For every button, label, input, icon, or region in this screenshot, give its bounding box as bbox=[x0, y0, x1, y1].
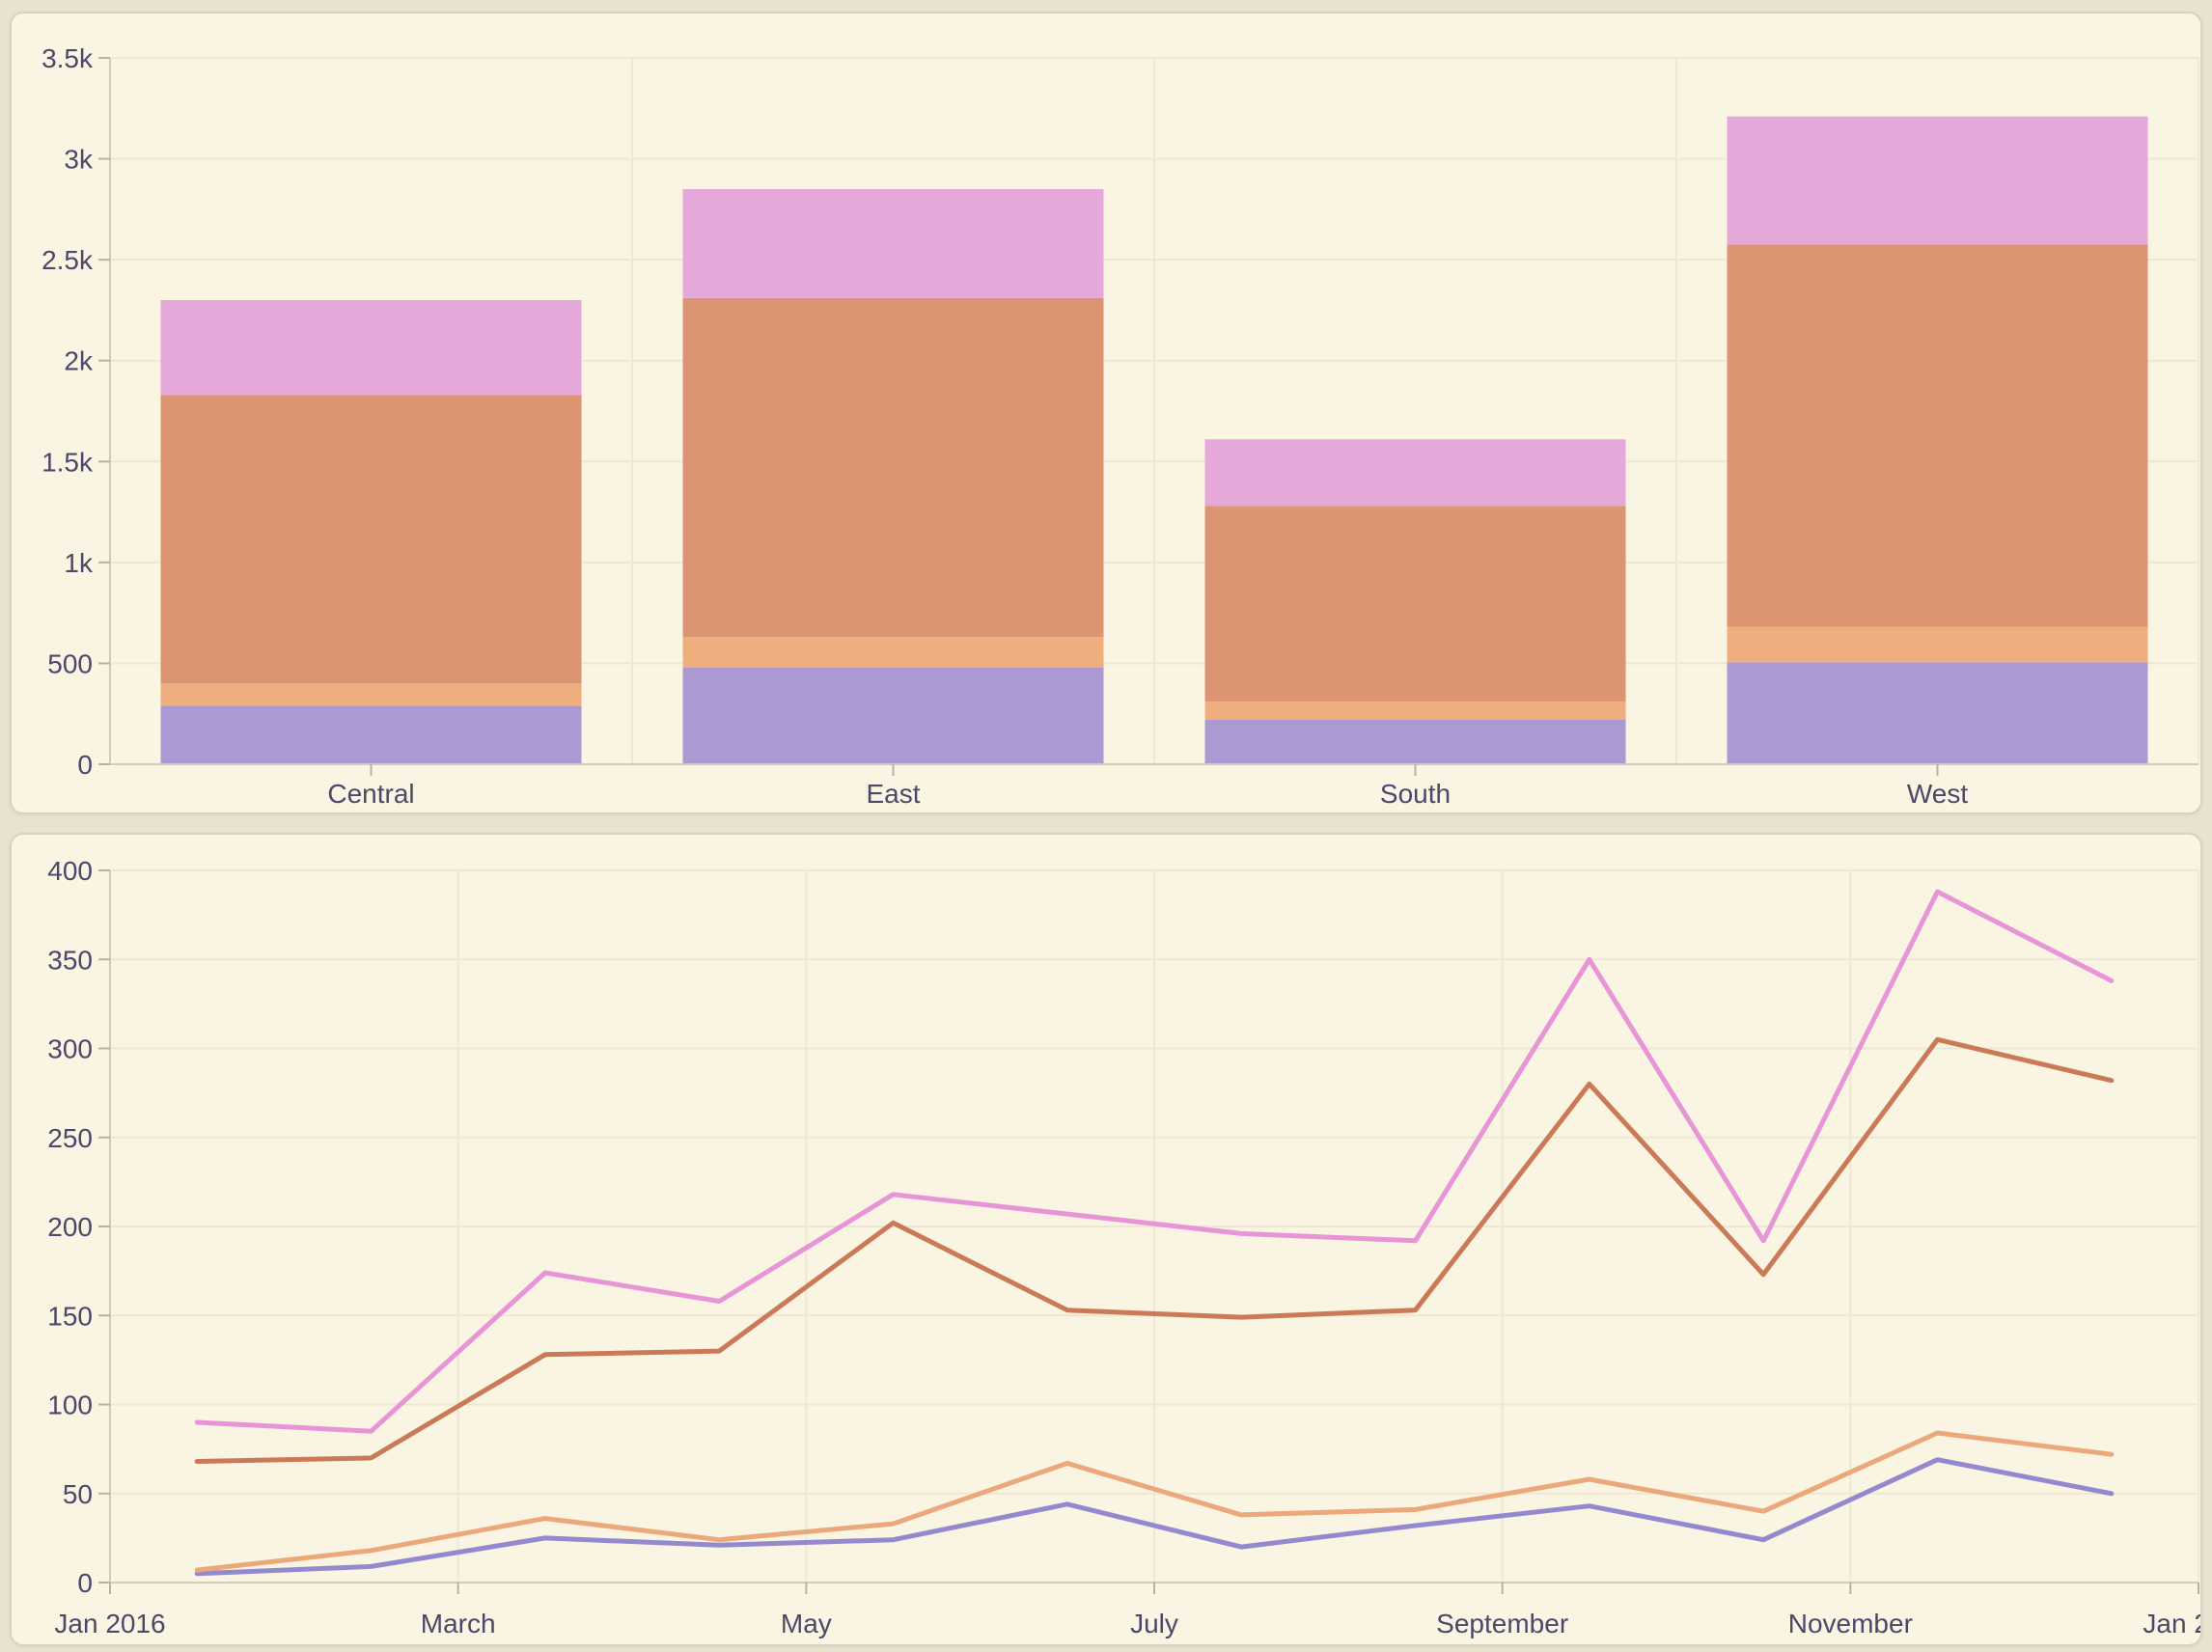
x-axis-label: September bbox=[1436, 1609, 1568, 1638]
bar-segment-segment-purple-central[interactable] bbox=[161, 705, 582, 764]
bar-segment-segment-orange-south[interactable] bbox=[1205, 702, 1626, 720]
line-chart-svg[interactable]: 0 50 100 150 200 250 300 350 400 Jan 2016 March May… bbox=[12, 835, 2200, 1644]
bar-segment-segment-purple-east[interactable] bbox=[683, 668, 1104, 764]
y-axis-label: 300 bbox=[47, 1034, 93, 1064]
y-axis-label: 500 bbox=[47, 648, 93, 678]
y-axis-label: 0 bbox=[77, 1568, 93, 1598]
top-chart-panel: 0 500 1k 1.5k 2k 2.5k 3k 3.5k Central East South We… bbox=[10, 12, 2202, 814]
bar-segment-segment-pink-east[interactable] bbox=[683, 189, 1104, 298]
y-axis-label: 200 bbox=[47, 1212, 93, 1242]
category-label: West bbox=[1907, 779, 1968, 809]
y-axis-label: 350 bbox=[47, 945, 93, 975]
x-axis-label: Jan 2017 bbox=[2143, 1609, 2200, 1638]
bar-segment-segment-purple-west[interactable] bbox=[1728, 662, 2148, 764]
y-axis-label: 1.5k bbox=[41, 447, 94, 477]
y-axis-label: 0 bbox=[77, 750, 93, 780]
bar-segment-segment-salmon-east[interactable] bbox=[683, 298, 1104, 637]
y-axis-label: 3k bbox=[64, 145, 94, 175]
y-axis-label: 150 bbox=[47, 1301, 93, 1331]
x-axis-label: Jan 2016 bbox=[54, 1609, 165, 1638]
bottom-chart-panel: 0 50 100 150 200 250 300 350 400 Jan 2016 March May… bbox=[10, 833, 2202, 1646]
x-axis-label: May bbox=[781, 1609, 832, 1638]
bar-segment-segment-pink-central[interactable] bbox=[161, 300, 582, 395]
x-axis-label: March bbox=[421, 1609, 496, 1638]
category-label: East bbox=[866, 779, 920, 809]
bar-segment-segment-salmon-west[interactable] bbox=[1728, 244, 2148, 626]
bar-segment-segment-purple-south[interactable] bbox=[1205, 720, 1626, 764]
x-axis-label: July bbox=[1130, 1609, 1178, 1638]
y-axis-label: 100 bbox=[47, 1390, 93, 1420]
category-label: Central bbox=[327, 779, 414, 809]
category-label: South bbox=[1380, 779, 1451, 809]
bar-segment-segment-pink-south[interactable] bbox=[1205, 439, 1626, 506]
y-axis-label: 2k bbox=[64, 346, 94, 376]
dashboard-page: { "page": { "background_color": "#e9e2cf… bbox=[0, 0, 2212, 1652]
bar-segment-segment-orange-east[interactable] bbox=[683, 637, 1104, 667]
y-axis-label: 250 bbox=[47, 1123, 93, 1153]
y-axis-label: 2.5k bbox=[41, 245, 94, 275]
stacked-bar-chart-svg[interactable]: 0 500 1k 1.5k 2k 2.5k 3k 3.5k Central East South We… bbox=[12, 14, 2200, 812]
bar-segment-segment-orange-west[interactable] bbox=[1728, 627, 2148, 663]
y-axis-label: 3.5k bbox=[41, 43, 94, 73]
bar-segment-segment-pink-west[interactable] bbox=[1728, 117, 2148, 245]
y-axis-label: 400 bbox=[47, 856, 93, 886]
y-axis-label: 1k bbox=[64, 548, 94, 578]
gridlines bbox=[110, 870, 2198, 1583]
bar-segment-segment-salmon-south[interactable] bbox=[1205, 506, 1626, 702]
x-axis-label: November bbox=[1788, 1609, 1913, 1638]
y-axis-label: 50 bbox=[63, 1479, 93, 1509]
bar-segment-segment-salmon-central[interactable] bbox=[161, 395, 582, 683]
bar-segment-segment-orange-central[interactable] bbox=[161, 683, 582, 705]
